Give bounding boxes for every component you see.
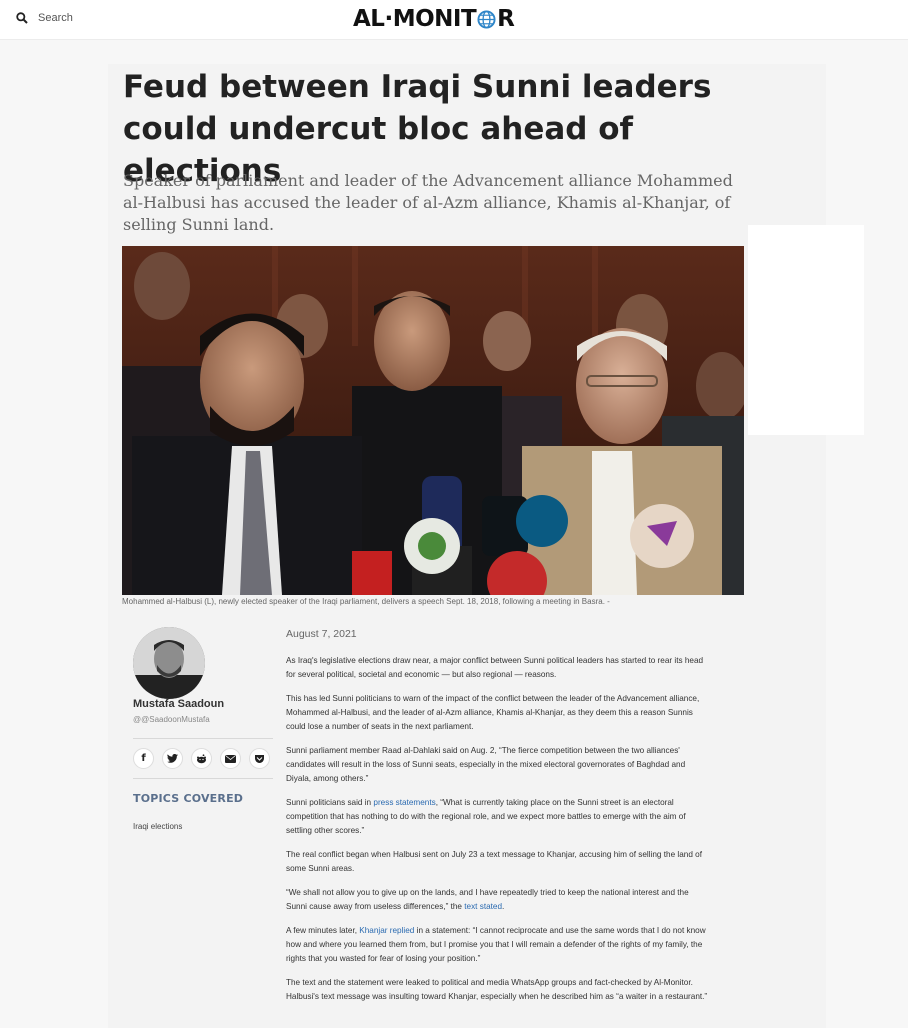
facebook-icon: f [141, 753, 146, 764]
press-statements-link[interactable]: press statements [373, 798, 435, 807]
paragraph: “We shall not allow you to give up on th… [286, 886, 710, 914]
hero-image[interactable] [122, 246, 744, 595]
paragraph: As Iraq's legislative elections draw nea… [286, 656, 704, 679]
text: A few minutes later, [286, 926, 360, 935]
publish-date: August 7, 2021 [286, 628, 357, 640]
ad-slot [748, 225, 864, 435]
article-dek: Speaker of parliament and leader of the … [123, 171, 733, 234]
reddit-share-button[interactable] [191, 748, 212, 769]
facebook-share-button[interactable]: f [133, 748, 154, 769]
email-icon [225, 754, 236, 763]
hero-photo-illustration [122, 246, 744, 595]
site-logo[interactable]: AL·MONIT R [353, 5, 515, 33]
search-placeholder[interactable]: Search [38, 12, 73, 24]
right-margin [826, 64, 908, 1028]
pocket-share-button[interactable] [249, 748, 270, 769]
paragraph: This has led Sunni politicians to warn o… [286, 694, 700, 731]
twitter-share-button[interactable] [162, 748, 183, 769]
author-avatar[interactable] [133, 627, 205, 699]
email-share-button[interactable] [220, 748, 241, 769]
paragraph: Sunni politicians said in press statemen… [286, 796, 710, 838]
paragraph: Sunni parliament member Raad al-Dahlaki … [286, 746, 686, 783]
topic-link[interactable]: Iraqi elections [133, 822, 182, 831]
twitter-icon [167, 754, 178, 763]
pocket-icon [255, 754, 264, 763]
search-box[interactable]: Search [16, 12, 73, 24]
topics-heading: TOPICS COVERED [133, 792, 244, 805]
text: Sunni politicians said in [286, 798, 374, 807]
author-avatar-illustration [133, 627, 205, 699]
sidebar-divider [133, 738, 273, 739]
author-name[interactable]: Mustafa Saadoun [133, 698, 224, 710]
globe-icon [477, 9, 496, 29]
logo-text-right: R [497, 6, 515, 32]
paragraph: The real conflict began when Halbusi sen… [286, 850, 702, 873]
image-caption: Mohammed al-Halbusi (L), newly elected s… [122, 597, 610, 606]
khanjar-replied-link[interactable]: Khanjar replied [359, 926, 414, 935]
text: . [502, 902, 505, 911]
top-bar: Search AL·MONIT R [0, 0, 908, 40]
paragraph: A few minutes later, Khanjar replied in … [286, 924, 710, 966]
paragraph: The text and the statement were leaked t… [286, 978, 708, 1001]
share-buttons: f [133, 748, 270, 769]
article-body: As Iraq's legislative elections draw nea… [286, 654, 710, 1014]
search-icon [16, 12, 28, 24]
sidebar-divider [133, 778, 273, 779]
author-handle[interactable]: @@SaadoonMustafa [133, 715, 210, 724]
logo-text-left: AL·MONIT [353, 6, 477, 32]
text-stated-link[interactable]: text stated [464, 902, 502, 911]
reddit-icon [197, 753, 206, 763]
